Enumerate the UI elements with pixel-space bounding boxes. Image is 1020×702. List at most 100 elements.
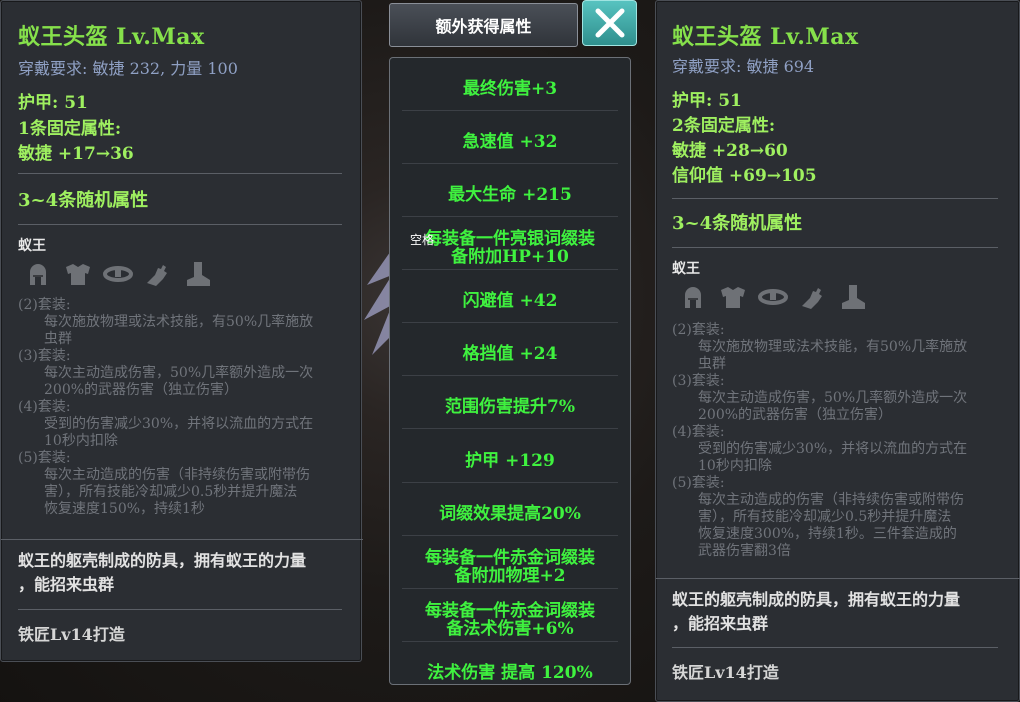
divider (672, 647, 998, 648)
divider (18, 609, 342, 610)
extra-attr-line: 备附加物理+2 (454, 566, 566, 586)
description-line: ，能招来虫群 (18, 575, 115, 594)
fixed-attr-header: 1条固定属性: (18, 119, 122, 139)
divider (672, 198, 998, 199)
extra-attr-item: 范围伤害提升7% (445, 397, 575, 417)
set-bonus-label: (2)套装: (18, 297, 71, 313)
compare-item-tooltip: 蚁王头盔 Lv.Max 穿戴要求: 敏捷 694 护甲: 51 2条固定属性: … (655, 0, 1020, 702)
boots-icon (842, 285, 865, 309)
divider (672, 247, 998, 248)
set-bonus-text: 害），所有技能冷却减少0.5秒并提升魔法 (698, 509, 952, 525)
set-bonus-label: (4)套装: (672, 424, 725, 440)
item-title: 蚁王头盔 Lv.Max (672, 24, 859, 50)
set-bonus-label: (3)套装: (672, 373, 725, 389)
set-name: 蚁王 (672, 261, 700, 277)
extra-attributes-list[interactable]: 最终伤害+3 急速值 +32 最大生命 +215 每装备一件亮银词缀装 备附加H… (389, 57, 631, 685)
set-bonus-text: 每次主动造成伤害，50%几率额外造成一次 (698, 390, 968, 406)
crafter-info: 铁匠Lv14打造 (672, 663, 779, 682)
extra-attr-line: 备附加HP+10 (451, 247, 569, 267)
divider (402, 482, 618, 483)
set-bonus-text: 每次施放物理或法术技能，有50%几率施放 (698, 339, 968, 355)
description-line: ，能招来虫群 (672, 614, 769, 633)
item-armor: 护甲: 51 (672, 91, 742, 111)
extra-attr-item: 护甲 +129 (465, 451, 555, 471)
fixed-attr: 信仰值 +69→105 (672, 166, 817, 186)
item-description: 蚁王的躯壳制成的防具，拥有蚁王的力量 ，能招来虫群 (672, 588, 960, 636)
set-bonus-list: (2)套装: 每次施放物理或法术技能，有50%几率施放 虫群 (3)套装: 每次… (672, 322, 967, 560)
divider (402, 216, 618, 217)
chest-armor-icon (721, 287, 745, 308)
set-bonus-label: (4)套装: (18, 399, 71, 415)
set-bonus-text: 200%的武器伤害（独立伤害） (44, 382, 239, 398)
divider (656, 578, 1020, 579)
divider (402, 641, 618, 642)
set-bonus-text: 受到的伤害减少30%，并将以流血的方式在 (698, 441, 968, 457)
extra-attr-line: 每装备一件赤金词缀装 (425, 548, 595, 568)
set-bonus-label: (5)套装: (18, 450, 71, 466)
set-bonus-text: 200%的武器伤害（独立伤害） (698, 407, 893, 423)
set-bonus-text: 每次主动造成伤害，50%几率额外造成一次 (44, 365, 314, 381)
close-icon (595, 8, 624, 38)
extra-attr-item: 每装备一件赤金词缀装 备法术伤害+6% (390, 602, 630, 638)
set-bonus-text: 每次主动造成的伤害（非持续伤害或附带伤 (698, 492, 964, 508)
random-attr-header: 3~4条随机属性 (672, 213, 803, 234)
extra-attr-item: 格挡值 +24 (462, 344, 558, 364)
set-bonus-label: (5)套装: (672, 475, 725, 491)
extra-attr-line: 备法术伤害+6% (446, 619, 574, 639)
extra-attr-item: 急速值 +32 (462, 132, 558, 152)
item-requirement: 穿戴要求: 敏捷 694 (672, 57, 815, 76)
set-bonus-text: 每次主动造成的伤害（非持续伤害或附带伤 (44, 467, 310, 483)
set-bonus-text: 10秒内扣除 (44, 433, 118, 449)
extra-attr-line: 每装备一件赤金词缀装 (425, 601, 595, 621)
fixed-attr: 敏捷 +17→36 (18, 144, 134, 164)
set-icons (23, 259, 213, 289)
fixed-attr-header: 2条固定属性: (672, 116, 776, 136)
boots-icon (187, 262, 210, 286)
item-description: 蚁王的躯壳制成的防具，拥有蚁王的力量 ，能招来虫群 (18, 549, 306, 597)
divider (402, 110, 618, 111)
extra-attr-item: 每装备一件赤金词缀装 备附加物理+2 (390, 549, 630, 585)
equipped-item-tooltip: 蚁王头盔 Lv.Max 穿戴要求: 敏捷 232, 力量 100 护甲: 51 … (0, 0, 363, 662)
set-bonus-text: 受到的伤害减少30%，并将以流血的方式在 (44, 416, 314, 432)
set-bonus-list: (2)套装: 每次施放物理或法术技能，有50%几率施放 虫群 (3)套装: 每次… (18, 297, 313, 518)
set-name: 蚁王 (18, 238, 46, 254)
set-icons (678, 282, 868, 312)
set-bonus-text: 恢复速度150%，持续1秒 (44, 501, 205, 517)
set-bonus-text: 每次施放物理或法术技能，有50%几率施放 (44, 314, 314, 330)
set-bonus-label: (2)套装: (672, 322, 725, 338)
item-requirement: 穿戴要求: 敏捷 232, 力量 100 (18, 59, 238, 78)
set-bonus-label: (3)套装: (18, 348, 71, 364)
divider (18, 224, 342, 225)
description-line: 蚁王的躯壳制成的防具，拥有蚁王的力量 (672, 590, 961, 609)
set-bonus-text: 10秒内扣除 (698, 458, 772, 474)
helmet-icon (685, 287, 701, 308)
random-attr-header: 3~4条随机属性 (18, 190, 149, 211)
belt-icon (758, 289, 788, 305)
set-bonus-text: 恢复速度300%，持续1秒。三件套造成的 (698, 526, 957, 542)
gauntlet-icon (802, 288, 822, 309)
divider (402, 535, 618, 536)
close-button[interactable] (582, 0, 637, 46)
description-line: 蚁王的躯壳制成的防具，拥有蚁王的力量 (18, 551, 307, 570)
divider (1, 539, 363, 540)
item-armor: 护甲: 51 (18, 93, 88, 113)
extra-attr-item: 闪避值 +42 (462, 291, 558, 311)
item-title: 蚁王头盔 Lv.Max (18, 24, 205, 50)
set-bonus-text: 虫群 (698, 356, 726, 372)
divider (402, 588, 618, 589)
divider (402, 375, 618, 376)
set-bonus-text: 武器伤害翻3倍 (698, 543, 791, 559)
set-bonus-text: 害），所有技能冷却减少0.5秒并提升魔法 (44, 484, 298, 500)
extra-attr-item: 最大生命 +215 (448, 185, 572, 205)
gauntlet-icon (147, 265, 167, 286)
divider (18, 173, 342, 174)
extra-attributes-header: 额外获得属性 (389, 3, 578, 47)
divider (402, 322, 618, 323)
divider (402, 269, 618, 270)
helmet-icon (30, 264, 46, 285)
chest-armor-icon (66, 264, 90, 285)
set-bonus-text: 虫群 (44, 331, 72, 347)
divider (402, 428, 618, 429)
divider (402, 163, 618, 164)
belt-icon (103, 266, 133, 282)
